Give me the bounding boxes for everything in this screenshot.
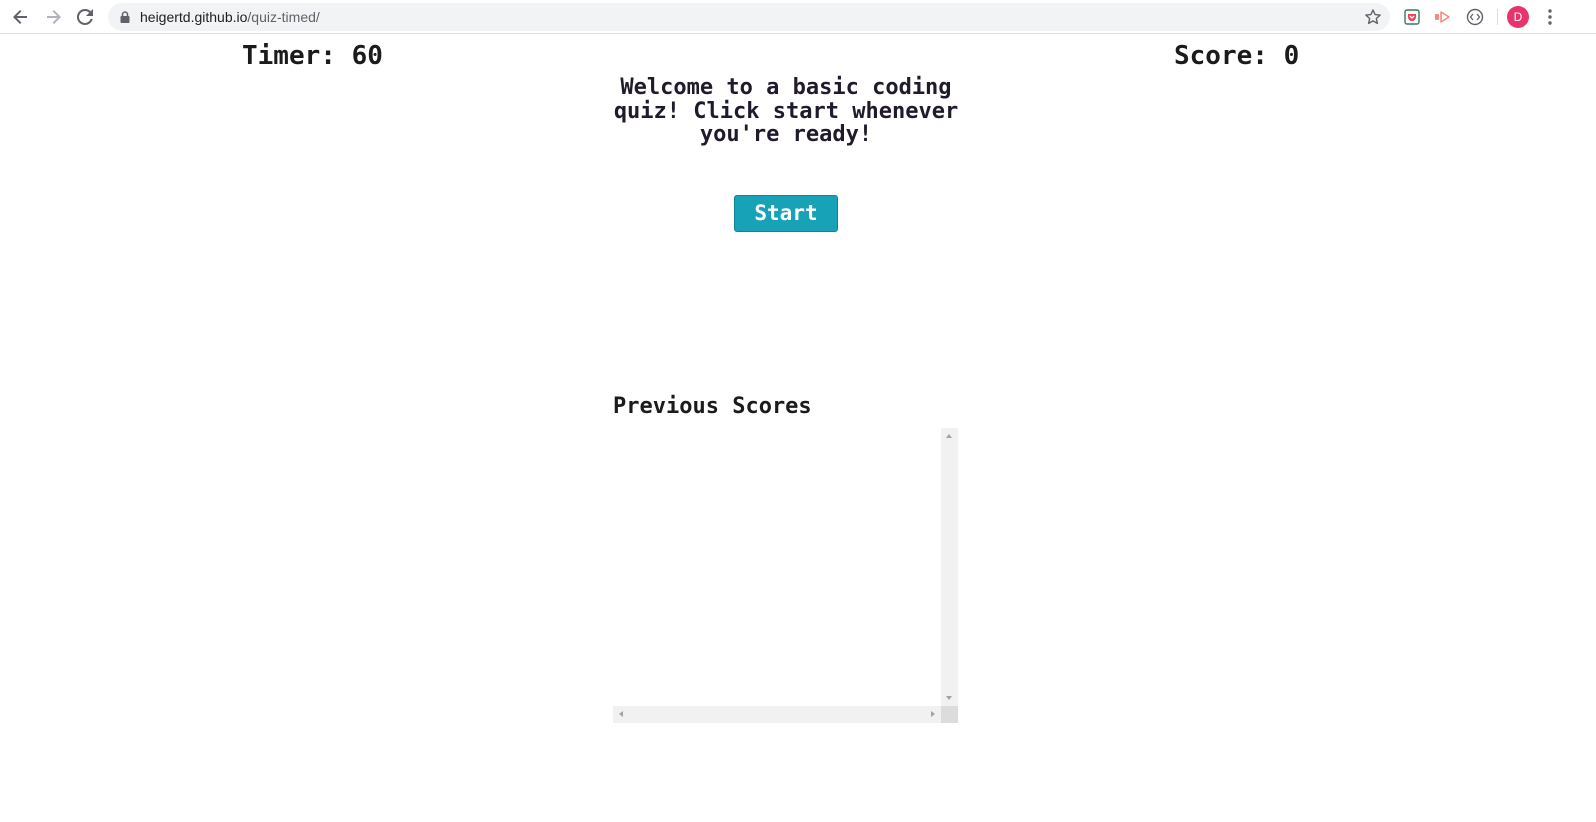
url-text[interactable]: heigertd.github.io/quiz-timed/ bbox=[140, 9, 320, 25]
pocket-extension-icon bbox=[1404, 9, 1420, 25]
toolbar-separator bbox=[1497, 9, 1498, 25]
previous-scores-title: Previous Scores bbox=[613, 394, 812, 419]
share-extension-button[interactable] bbox=[1433, 7, 1453, 27]
more-vertical-icon[interactable] bbox=[1542, 7, 1558, 27]
lock-icon bbox=[120, 11, 130, 23]
url-path: /quiz-timed/ bbox=[247, 9, 320, 25]
previous-scores-list[interactable] bbox=[613, 428, 958, 723]
scroll-down-arrow-icon[interactable] bbox=[946, 696, 952, 700]
timer-display: Timer: 60 bbox=[242, 41, 383, 71]
reload-button[interactable] bbox=[73, 5, 97, 29]
code-extension-icon bbox=[1466, 8, 1484, 26]
start-button[interactable]: Start bbox=[734, 195, 838, 232]
horizontal-scrollbar[interactable] bbox=[613, 706, 941, 723]
star-icon[interactable] bbox=[1364, 8, 1382, 26]
welcome-message: Welcome to a basic coding quiz! Click st… bbox=[613, 75, 959, 147]
scrollbar-corner bbox=[941, 706, 958, 723]
address-bar[interactable]: heigertd.github.io/quiz-timed/ bbox=[108, 3, 1390, 31]
code-extension-button[interactable] bbox=[1465, 7, 1485, 27]
profile-avatar[interactable]: D bbox=[1507, 6, 1529, 28]
url-host: heigertd.github.io bbox=[140, 9, 248, 25]
back-arrow-icon bbox=[13, 10, 27, 24]
reload-icon bbox=[76, 8, 93, 25]
browser-toolbar: heigertd.github.io/quiz-timed/ D bbox=[0, 0, 1596, 34]
share-extension-icon bbox=[1435, 11, 1450, 23]
scroll-right-arrow-icon[interactable] bbox=[931, 711, 935, 717]
score-display: Score: 0 bbox=[1174, 41, 1300, 71]
scroll-left-arrow-icon[interactable] bbox=[619, 711, 623, 717]
scroll-up-arrow-icon[interactable] bbox=[946, 434, 952, 438]
pocket-extension-button[interactable] bbox=[1402, 7, 1422, 27]
back-button[interactable] bbox=[9, 5, 33, 29]
vertical-scrollbar[interactable] bbox=[941, 428, 958, 706]
forward-arrow-icon bbox=[47, 10, 61, 24]
forward-button[interactable] bbox=[41, 5, 65, 29]
